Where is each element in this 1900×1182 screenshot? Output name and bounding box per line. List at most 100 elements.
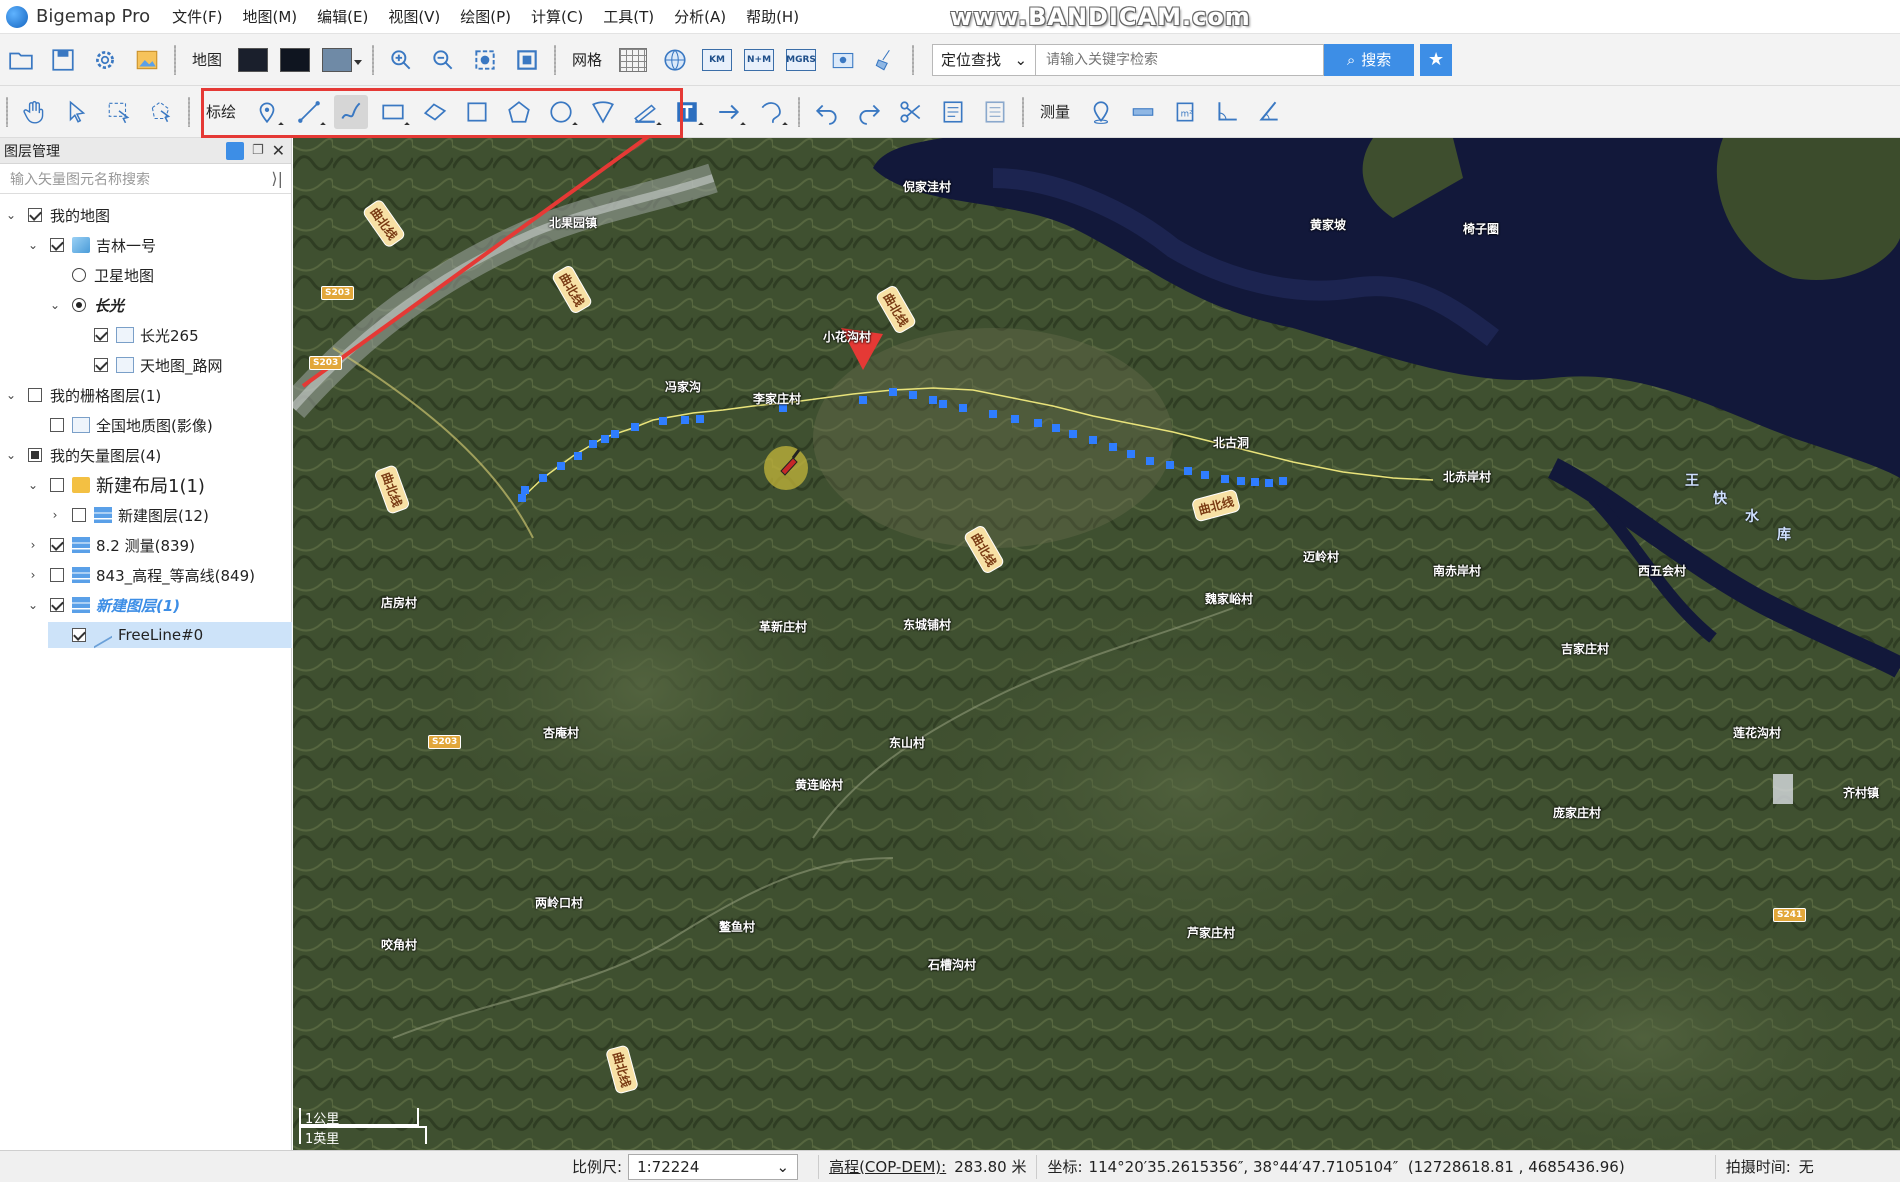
search-input[interactable] xyxy=(1036,43,1325,76)
grid-nm-button[interactable]: N+M xyxy=(742,43,776,77)
menu-edit[interactable]: 编辑(E) xyxy=(317,6,368,27)
layer-tree-row[interactable]: ⌄ 我的地图 xyxy=(4,202,110,228)
layer-tree-row[interactable]: 全国地质图(影像) xyxy=(26,412,213,438)
layer-checkbox[interactable] xyxy=(50,238,64,252)
menu-tools[interactable]: 工具(T) xyxy=(603,6,654,27)
measure-distance-button[interactable] xyxy=(1126,95,1160,129)
zoom-in-button[interactable] xyxy=(384,43,418,77)
track-vertex[interactable] xyxy=(1166,461,1174,469)
arrow-tool-button[interactable] xyxy=(712,95,746,129)
grid-mgrs-button[interactable]: MGRS xyxy=(784,43,818,77)
measure-area-button[interactable]: m² xyxy=(1168,95,1202,129)
freeline-track[interactable] xyxy=(518,387,1434,502)
chevron-down-icon[interactable]: ⌄ xyxy=(48,298,62,312)
track-vertex[interactable] xyxy=(1265,479,1273,487)
track-vertex[interactable] xyxy=(521,486,529,494)
grid-button[interactable] xyxy=(616,43,650,77)
track-vertex[interactable] xyxy=(659,417,667,425)
line-tool-button[interactable] xyxy=(292,95,326,129)
select-button[interactable] xyxy=(60,95,94,129)
layer-tree-row[interactable]: 天地图_路网 xyxy=(70,352,223,378)
track-vertex[interactable] xyxy=(681,416,689,424)
menu-calc[interactable]: 计算(C) xyxy=(531,6,583,27)
layer-checkbox[interactable] xyxy=(72,508,86,522)
layer-tree-row[interactable]: ⌄ 新建布局1(1) xyxy=(26,472,205,498)
track-vertex[interactable] xyxy=(1109,443,1117,451)
globe-lng-button[interactable] xyxy=(658,43,692,77)
track-vertex[interactable] xyxy=(1251,478,1259,486)
track-vertex[interactable] xyxy=(1089,436,1097,444)
layer-checkbox[interactable] xyxy=(50,568,64,582)
menu-draw[interactable]: 绘图(P) xyxy=(460,6,511,27)
list-button[interactable] xyxy=(978,95,1012,129)
basemap-terrain-button[interactable] xyxy=(320,43,363,77)
elevation-label[interactable]: 高程(COP-DEM): xyxy=(829,1156,946,1177)
layer-tree-row[interactable]: 卫星地图 xyxy=(48,262,154,288)
menu-file[interactable]: 文件(F) xyxy=(172,6,222,27)
track-vertex[interactable] xyxy=(859,396,867,404)
track-vertex[interactable] xyxy=(989,410,997,418)
menu-view[interactable]: 视图(V) xyxy=(388,6,440,27)
layer-checkbox[interactable] xyxy=(50,598,64,612)
map-view[interactable]: 倪家洼村 北果园镇 黄家坡 椅子圈 小花沟村 冯家沟 李家庄村 北古洞 北赤岸村 迈岭村 南赤岸村 西… xyxy=(293,138,1900,1150)
cut-button[interactable] xyxy=(894,95,928,129)
layer-radio[interactable] xyxy=(72,268,86,282)
attribute-button[interactable] xyxy=(936,95,970,129)
layer-radio[interactable] xyxy=(72,298,86,312)
track-vertex[interactable] xyxy=(1146,457,1154,465)
rectangle-tool-button[interactable] xyxy=(376,95,410,129)
box-select-button[interactable] xyxy=(102,95,136,129)
track-vertex[interactable] xyxy=(518,494,526,502)
clear-button[interactable] xyxy=(868,43,902,77)
layer-tree-row[interactable]: ⌄ 我的矢量图层(4) xyxy=(4,442,161,468)
track-vertex[interactable] xyxy=(696,415,704,423)
restore-window-icon[interactable]: ❐ xyxy=(252,143,264,158)
menu-help[interactable]: 帮助(H) xyxy=(746,6,799,27)
open-folder-button[interactable] xyxy=(4,43,38,77)
layer-filter-input[interactable]: 输入矢量图元名称搜索 ⟩| xyxy=(0,164,291,194)
layer-checkbox[interactable] xyxy=(94,328,108,342)
measure-point-button[interactable] xyxy=(1084,95,1118,129)
layer-tree-row[interactable]: ⌄ 新建图层(1) xyxy=(26,592,180,618)
layer-checkbox[interactable] xyxy=(94,358,108,372)
chevron-right-icon[interactable]: › xyxy=(26,568,40,582)
layer-tree-row[interactable]: FreeLine#0 xyxy=(48,621,292,649)
panel-search-icon[interactable] xyxy=(225,141,244,160)
menu-map[interactable]: 地图(M) xyxy=(242,6,297,27)
undo-button[interactable] xyxy=(810,95,844,129)
search-type-select[interactable]: 定位查找 ⌄ xyxy=(932,43,1037,76)
layer-checkbox[interactable] xyxy=(50,538,64,552)
layer-tree-row[interactable]: ⌄ 我的栅格图层(1) xyxy=(4,382,161,408)
chevron-right-icon[interactable]: › xyxy=(48,508,62,522)
track-vertex[interactable] xyxy=(1034,419,1042,427)
save-button[interactable] xyxy=(46,43,80,77)
track-vertex[interactable] xyxy=(1011,415,1019,423)
track-vertex[interactable] xyxy=(909,391,917,399)
track-vertex[interactable] xyxy=(959,404,967,412)
track-vertex[interactable] xyxy=(1069,430,1077,438)
track-vertex[interactable] xyxy=(1127,450,1135,458)
layer-checkbox[interactable] xyxy=(28,388,42,402)
layer-checkbox[interactable] xyxy=(28,208,42,222)
track-vertex[interactable] xyxy=(557,462,565,470)
layer-tree-row[interactable]: 长光265 xyxy=(70,322,199,348)
zoom-extent-button[interactable] xyxy=(468,43,502,77)
freeline-tool-button[interactable] xyxy=(334,94,369,129)
chevron-down-icon[interactable]: ⌄ xyxy=(4,448,18,462)
layer-tree-row[interactable]: › 新建图层(12) xyxy=(48,502,209,528)
freeline-path[interactable] xyxy=(521,387,1434,499)
track-vertex[interactable] xyxy=(1221,475,1229,483)
layer-tree-row[interactable]: ⌄ 吉林一号 xyxy=(26,232,156,258)
text-tool-button[interactable] xyxy=(670,95,704,129)
sector-tool-button[interactable] xyxy=(586,95,620,129)
track-vertex[interactable] xyxy=(631,423,639,431)
chevron-down-icon[interactable]: ⌄ xyxy=(26,478,40,492)
track-vertex[interactable] xyxy=(1184,467,1192,475)
chevron-down-icon[interactable]: ⌄ xyxy=(26,238,40,252)
grid-km-button[interactable]: KM xyxy=(700,43,734,77)
layer-checkbox[interactable] xyxy=(50,418,64,432)
track-vertex[interactable] xyxy=(1279,477,1287,485)
ruler-tool-button[interactable] xyxy=(628,95,662,129)
track-vertex[interactable] xyxy=(611,430,619,438)
freehand-polygon-tool-button[interactable] xyxy=(418,95,452,129)
